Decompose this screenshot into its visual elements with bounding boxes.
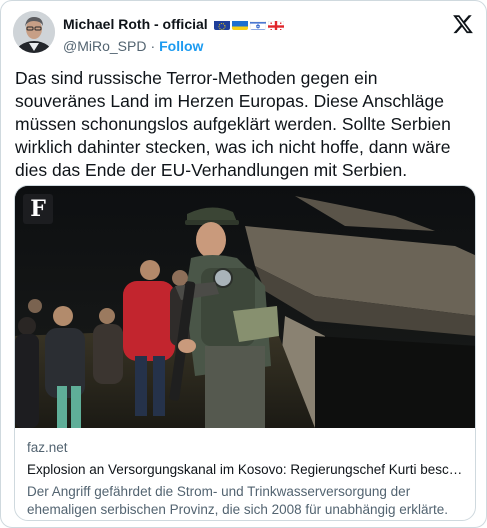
eu-flag-icon — [213, 19, 230, 30]
faz-logo-icon: F — [23, 194, 53, 224]
tweet-text: Das sind russische Terror-Methoden gegen… — [15, 68, 451, 180]
tweet-card[interactable]: Michael Roth - official @MiRo_SPD · Foll… — [0, 0, 487, 528]
author-handle[interactable]: @MiRo_SPD — [63, 38, 146, 54]
link-domain[interactable]: faz.net — [27, 440, 463, 458]
tweet-header: Michael Roth - official @MiRo_SPD · Foll… — [13, 11, 474, 55]
author-display-name[interactable]: Michael Roth - official — [63, 16, 208, 32]
ukraine-flag-icon — [231, 19, 248, 30]
georgia-flag-icon — [267, 19, 284, 30]
follow-button[interactable]: Follow — [159, 38, 203, 54]
israel-flag-icon — [249, 19, 266, 30]
separator-dot: · — [150, 38, 156, 54]
avatar[interactable] — [13, 11, 55, 53]
author-info: Michael Roth - official @MiRo_SPD · Foll… — [63, 15, 434, 55]
link-headline[interactable]: Explosion an Versorgungskanal im Kosovo:… — [27, 462, 463, 480]
link-preview-card[interactable]: F faz.net Explosion an Versorgungskanal … — [14, 185, 476, 521]
link-description: Der Angriff gefährdet die Strom- und Tri… — [27, 484, 449, 517]
link-card-meta: faz.net Explosion an Versorgungskanal im… — [27, 440, 463, 519]
flag-emojis — [213, 19, 284, 30]
article-image[interactable]: F — [15, 186, 475, 428]
x-logo-icon[interactable] — [452, 13, 474, 35]
